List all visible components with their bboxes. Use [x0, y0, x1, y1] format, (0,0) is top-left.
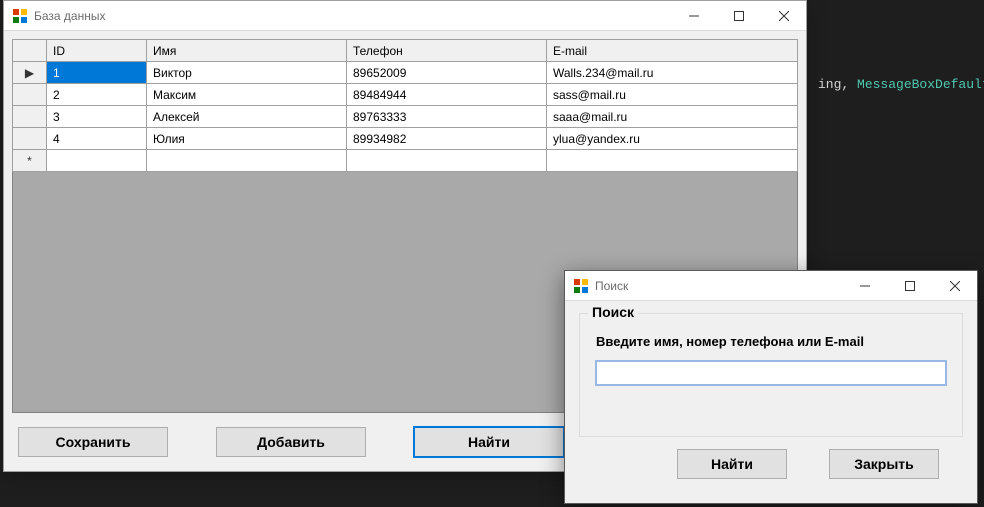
cell-phone[interactable]: 89652009: [347, 62, 547, 84]
search-prompt-label: Введите имя, номер телефона или E-mail: [596, 334, 946, 349]
search-close-button[interactable]: [932, 271, 977, 301]
cell-id[interactable]: 3: [47, 106, 147, 128]
main-close-button[interactable]: [761, 1, 806, 31]
cell-email[interactable]: Walls.234@mail.ru: [547, 62, 798, 84]
table-row[interactable]: ▶ 1 Виктор 89652009 Walls.234@mail.ru: [13, 62, 798, 84]
search-window-title: Поиск: [595, 279, 628, 293]
table-row[interactable]: 4 Юлия 89934982 ylua@yandex.ru: [13, 128, 798, 150]
cell-email[interactable]: sass@mail.ru: [547, 84, 798, 106]
cell-id[interactable]: 1: [47, 62, 147, 84]
search-input[interactable]: [596, 361, 946, 385]
save-button[interactable]: Сохранить: [18, 427, 168, 457]
table-new-row[interactable]: *: [13, 150, 798, 172]
main-window-title: База данных: [34, 9, 105, 23]
grid-corner[interactable]: [13, 40, 47, 62]
cell-phone[interactable]: 89934982: [347, 128, 547, 150]
col-header-phone[interactable]: Телефон: [347, 40, 547, 62]
table-row[interactable]: 2 Максим 89484944 sass@mail.ru: [13, 84, 798, 106]
cell-name[interactable]: Алексей: [147, 106, 347, 128]
cell-phone[interactable]: 89484944: [347, 84, 547, 106]
search-find-button[interactable]: Найти: [677, 449, 787, 479]
main-titlebar[interactable]: База данных: [4, 1, 806, 31]
cell-name[interactable]: Максим: [147, 84, 347, 106]
search-titlebar[interactable]: Поиск: [565, 271, 977, 301]
row-indicator-new: *: [13, 150, 47, 172]
col-header-email[interactable]: E-mail: [547, 40, 798, 62]
data-grid[interactable]: ID Имя Телефон E-mail ▶ 1 Виктор 8965200…: [12, 39, 798, 172]
table-row[interactable]: 3 Алексей 89763333 saaa@mail.ru: [13, 106, 798, 128]
search-close-button2[interactable]: Закрыть: [829, 449, 939, 479]
main-minimize-button[interactable]: [671, 1, 716, 31]
grid-header-row: ID Имя Телефон E-mail: [13, 40, 798, 62]
search-window: Поиск Поиск Введите имя, номер телефона …: [564, 270, 978, 504]
search-groupbox: Поиск Введите имя, номер телефона или E-…: [579, 313, 963, 437]
col-header-id[interactable]: ID: [47, 40, 147, 62]
col-header-name[interactable]: Имя: [147, 40, 347, 62]
add-button[interactable]: Добавить: [216, 427, 366, 457]
app-icon: [573, 278, 589, 294]
cell-email[interactable]: saaa@mail.ru: [547, 106, 798, 128]
search-button-row: Найти Закрыть: [579, 437, 963, 479]
row-indicator-current: ▶: [13, 62, 47, 84]
main-maximize-button[interactable]: [716, 1, 761, 31]
background-code-fragment: ing, MessageBoxDefaultButt: [818, 77, 984, 92]
cell-id[interactable]: 2: [47, 84, 147, 106]
cell-id[interactable]: 4: [47, 128, 147, 150]
app-icon: [12, 8, 28, 24]
search-minimize-button[interactable]: [842, 271, 887, 301]
find-button[interactable]: Найти: [414, 427, 564, 457]
cell-phone[interactable]: 89763333: [347, 106, 547, 128]
cell-name[interactable]: Виктор: [147, 62, 347, 84]
cell-name[interactable]: Юлия: [147, 128, 347, 150]
groupbox-title: Поиск: [588, 304, 638, 320]
search-maximize-button[interactable]: [887, 271, 932, 301]
cell-email[interactable]: ylua@yandex.ru: [547, 128, 798, 150]
